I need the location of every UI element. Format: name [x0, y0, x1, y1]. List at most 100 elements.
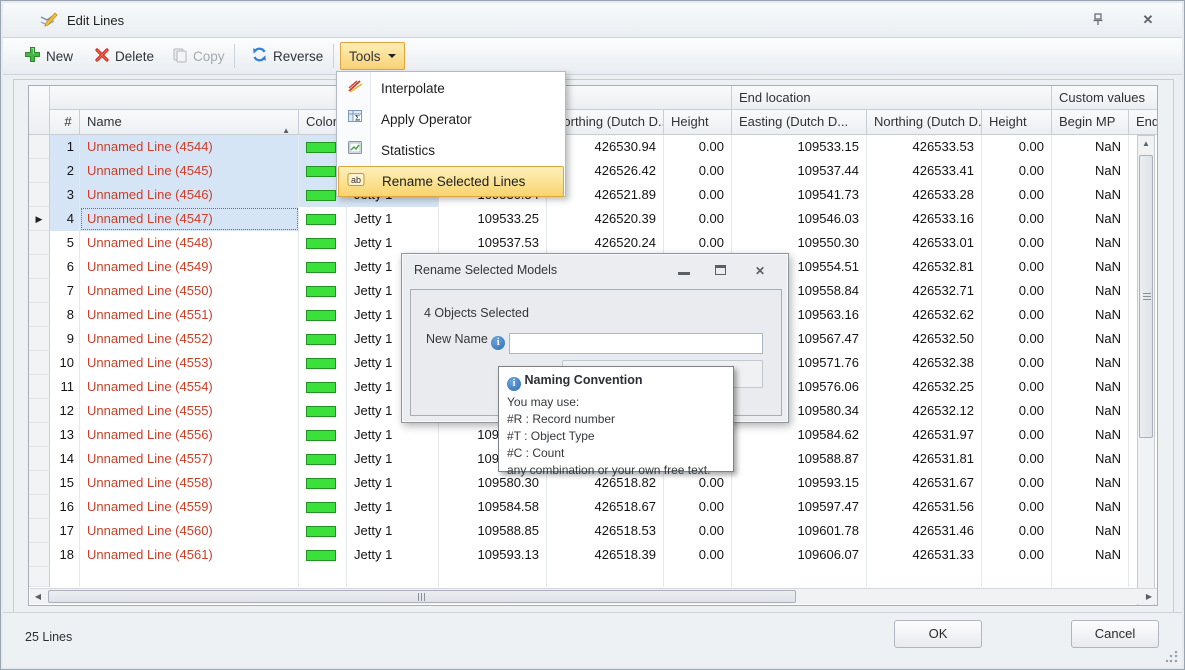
column-header[interactable]: Name▲ — [80, 110, 299, 135]
grid-cell[interactable]: 109533.25 — [439, 207, 547, 231]
grid-cell[interactable]: 3 — [50, 183, 80, 207]
line-color-swatch[interactable] — [306, 526, 336, 537]
grid-cell[interactable]: 0.00 — [664, 543, 732, 567]
row-indicator[interactable] — [29, 543, 50, 567]
grid-cell[interactable]: 426532.38 — [867, 351, 982, 375]
color-swatch-cell[interactable] — [299, 447, 347, 471]
grid-cell[interactable]: 109537.44 — [732, 159, 867, 183]
grid-cell[interactable]: 109550.30 — [732, 231, 867, 255]
grid-cell[interactable]: 0.00 — [982, 159, 1052, 183]
grid-cell[interactable]: 109593.15 — [732, 471, 867, 495]
column-header[interactable]: Height — [664, 110, 732, 135]
horizontal-scrollbar[interactable]: ◀ ▶ — [30, 588, 1157, 604]
color-swatch-cell[interactable] — [299, 519, 347, 543]
grid-cell[interactable]: 426518.39 — [547, 543, 664, 567]
vertical-scroll-thumb[interactable] — [1139, 155, 1153, 438]
grid-cell[interactable]: 109584.62 — [732, 423, 867, 447]
grid-cell[interactable]: Jetty 1 — [347, 519, 439, 543]
line-color-swatch[interactable] — [306, 430, 336, 441]
grid-cell[interactable]: 109546.03 — [732, 207, 867, 231]
grid-cell[interactable]: 0.00 — [982, 255, 1052, 279]
row-indicator[interactable] — [29, 375, 50, 399]
grid-cell[interactable]: 426533.28 — [867, 183, 982, 207]
grid-cell[interactable]: NaN — [1052, 423, 1129, 447]
table-row[interactable]: 5Unnamed Line (4548)Jetty 1109537.534265… — [29, 231, 1158, 255]
column-header[interactable]: Easting (Dutch D... — [732, 110, 867, 135]
column-header[interactable]: Northing (Dutch D... — [867, 110, 982, 135]
grid-cell[interactable]: 0.00 — [982, 471, 1052, 495]
color-swatch-cell[interactable] — [299, 351, 347, 375]
line-name-cell[interactable]: Unnamed Line (4550) — [80, 279, 299, 303]
row-indicator[interactable] — [29, 447, 50, 471]
color-swatch-cell[interactable] — [299, 327, 347, 351]
line-color-swatch[interactable] — [306, 358, 336, 369]
row-indicator[interactable] — [29, 495, 50, 519]
line-color-swatch[interactable] — [306, 166, 336, 177]
horizontal-scroll-thumb[interactable] — [48, 590, 796, 603]
line-name-cell[interactable]: Unnamed Line (4545) — [80, 159, 299, 183]
line-color-swatch[interactable] — [306, 238, 336, 249]
grid-cell[interactable]: 0.00 — [664, 207, 732, 231]
grid-cell[interactable]: 426532.81 — [867, 255, 982, 279]
color-swatch-cell[interactable] — [299, 423, 347, 447]
line-name-cell[interactable]: Unnamed Line (4546) — [80, 183, 299, 207]
grid-cell[interactable]: NaN — [1052, 327, 1129, 351]
minimize-icon[interactable] — [678, 265, 690, 275]
grid-cell[interactable]: NaN — [1052, 519, 1129, 543]
color-swatch-cell[interactable] — [299, 495, 347, 519]
color-swatch-cell[interactable] — [299, 399, 347, 423]
grid-cell[interactable]: 6 — [50, 255, 80, 279]
grid-cell[interactable]: 0.00 — [982, 231, 1052, 255]
reverse-button[interactable]: Reverse — [243, 42, 331, 70]
new-name-input[interactable] — [509, 333, 763, 354]
grid-cell[interactable]: 426531.33 — [867, 543, 982, 567]
grid-cell[interactable]: 109584.58 — [439, 495, 547, 519]
grid-cell[interactable]: 0.00 — [664, 231, 732, 255]
grid-cell[interactable]: NaN — [1052, 447, 1129, 471]
scroll-up-icon[interactable]: ▲ — [1138, 136, 1154, 152]
table-row[interactable]: 17Unnamed Line (4560)Jetty 1109588.85426… — [29, 519, 1158, 543]
line-name-cell[interactable]: Unnamed Line (4547) — [80, 207, 299, 231]
grid-cell[interactable]: 0.00 — [664, 519, 732, 543]
grid-cell[interactable]: NaN — [1052, 231, 1129, 255]
line-name-cell[interactable]: Unnamed Line (4549) — [80, 255, 299, 279]
grid-cell[interactable]: 426531.56 — [867, 495, 982, 519]
grid-cell[interactable]: NaN — [1052, 543, 1129, 567]
row-indicator[interactable] — [29, 183, 50, 207]
line-color-swatch[interactable] — [306, 406, 336, 417]
line-name-cell[interactable]: Unnamed Line (4554) — [80, 375, 299, 399]
grid-cell[interactable]: 426531.46 — [867, 519, 982, 543]
grid-cell[interactable]: 13 — [50, 423, 80, 447]
grid-cell[interactable]: 0.00 — [664, 183, 732, 207]
grid-cell[interactable]: 426532.12 — [867, 399, 982, 423]
grid-cell[interactable]: NaN — [1052, 159, 1129, 183]
color-swatch-cell[interactable] — [299, 207, 347, 231]
grid-cell[interactable]: 9 — [50, 327, 80, 351]
menu-item-interpolate[interactable]: Interpolate — [338, 73, 564, 104]
grid-cell[interactable]: 0.00 — [982, 399, 1052, 423]
grid-cell[interactable]: 426532.25 — [867, 375, 982, 399]
line-color-swatch[interactable] — [306, 286, 336, 297]
row-indicator[interactable] — [29, 159, 50, 183]
color-swatch-cell[interactable] — [299, 543, 347, 567]
color-swatch-cell[interactable] — [299, 255, 347, 279]
line-name-cell[interactable]: Unnamed Line (4561) — [80, 543, 299, 567]
line-name-cell[interactable]: Unnamed Line (4560) — [80, 519, 299, 543]
grid-cell[interactable]: 10 — [50, 351, 80, 375]
grid-cell[interactable]: NaN — [1052, 255, 1129, 279]
grid-cell[interactable]: NaN — [1052, 351, 1129, 375]
grid-cell[interactable]: 0.00 — [982, 183, 1052, 207]
grid-cell[interactable]: 17 — [50, 519, 80, 543]
grid-cell[interactable]: 0.00 — [982, 447, 1052, 471]
menu-item-rename-selected-lines[interactable]: abRename Selected Lines — [338, 166, 564, 197]
grid-cell[interactable]: 14 — [50, 447, 80, 471]
new-button[interactable]: New — [16, 42, 81, 70]
row-indicator[interactable] — [29, 519, 50, 543]
line-name-cell[interactable]: Unnamed Line (4548) — [80, 231, 299, 255]
row-indicator[interactable] — [29, 327, 50, 351]
color-swatch-cell[interactable] — [299, 471, 347, 495]
grid-cell[interactable]: 109537.53 — [439, 231, 547, 255]
grid-cell[interactable]: NaN — [1052, 495, 1129, 519]
row-indicator[interactable] — [29, 231, 50, 255]
table-row[interactable]: ▶4Unnamed Line (4547)Jetty 1109533.25426… — [29, 207, 1158, 231]
